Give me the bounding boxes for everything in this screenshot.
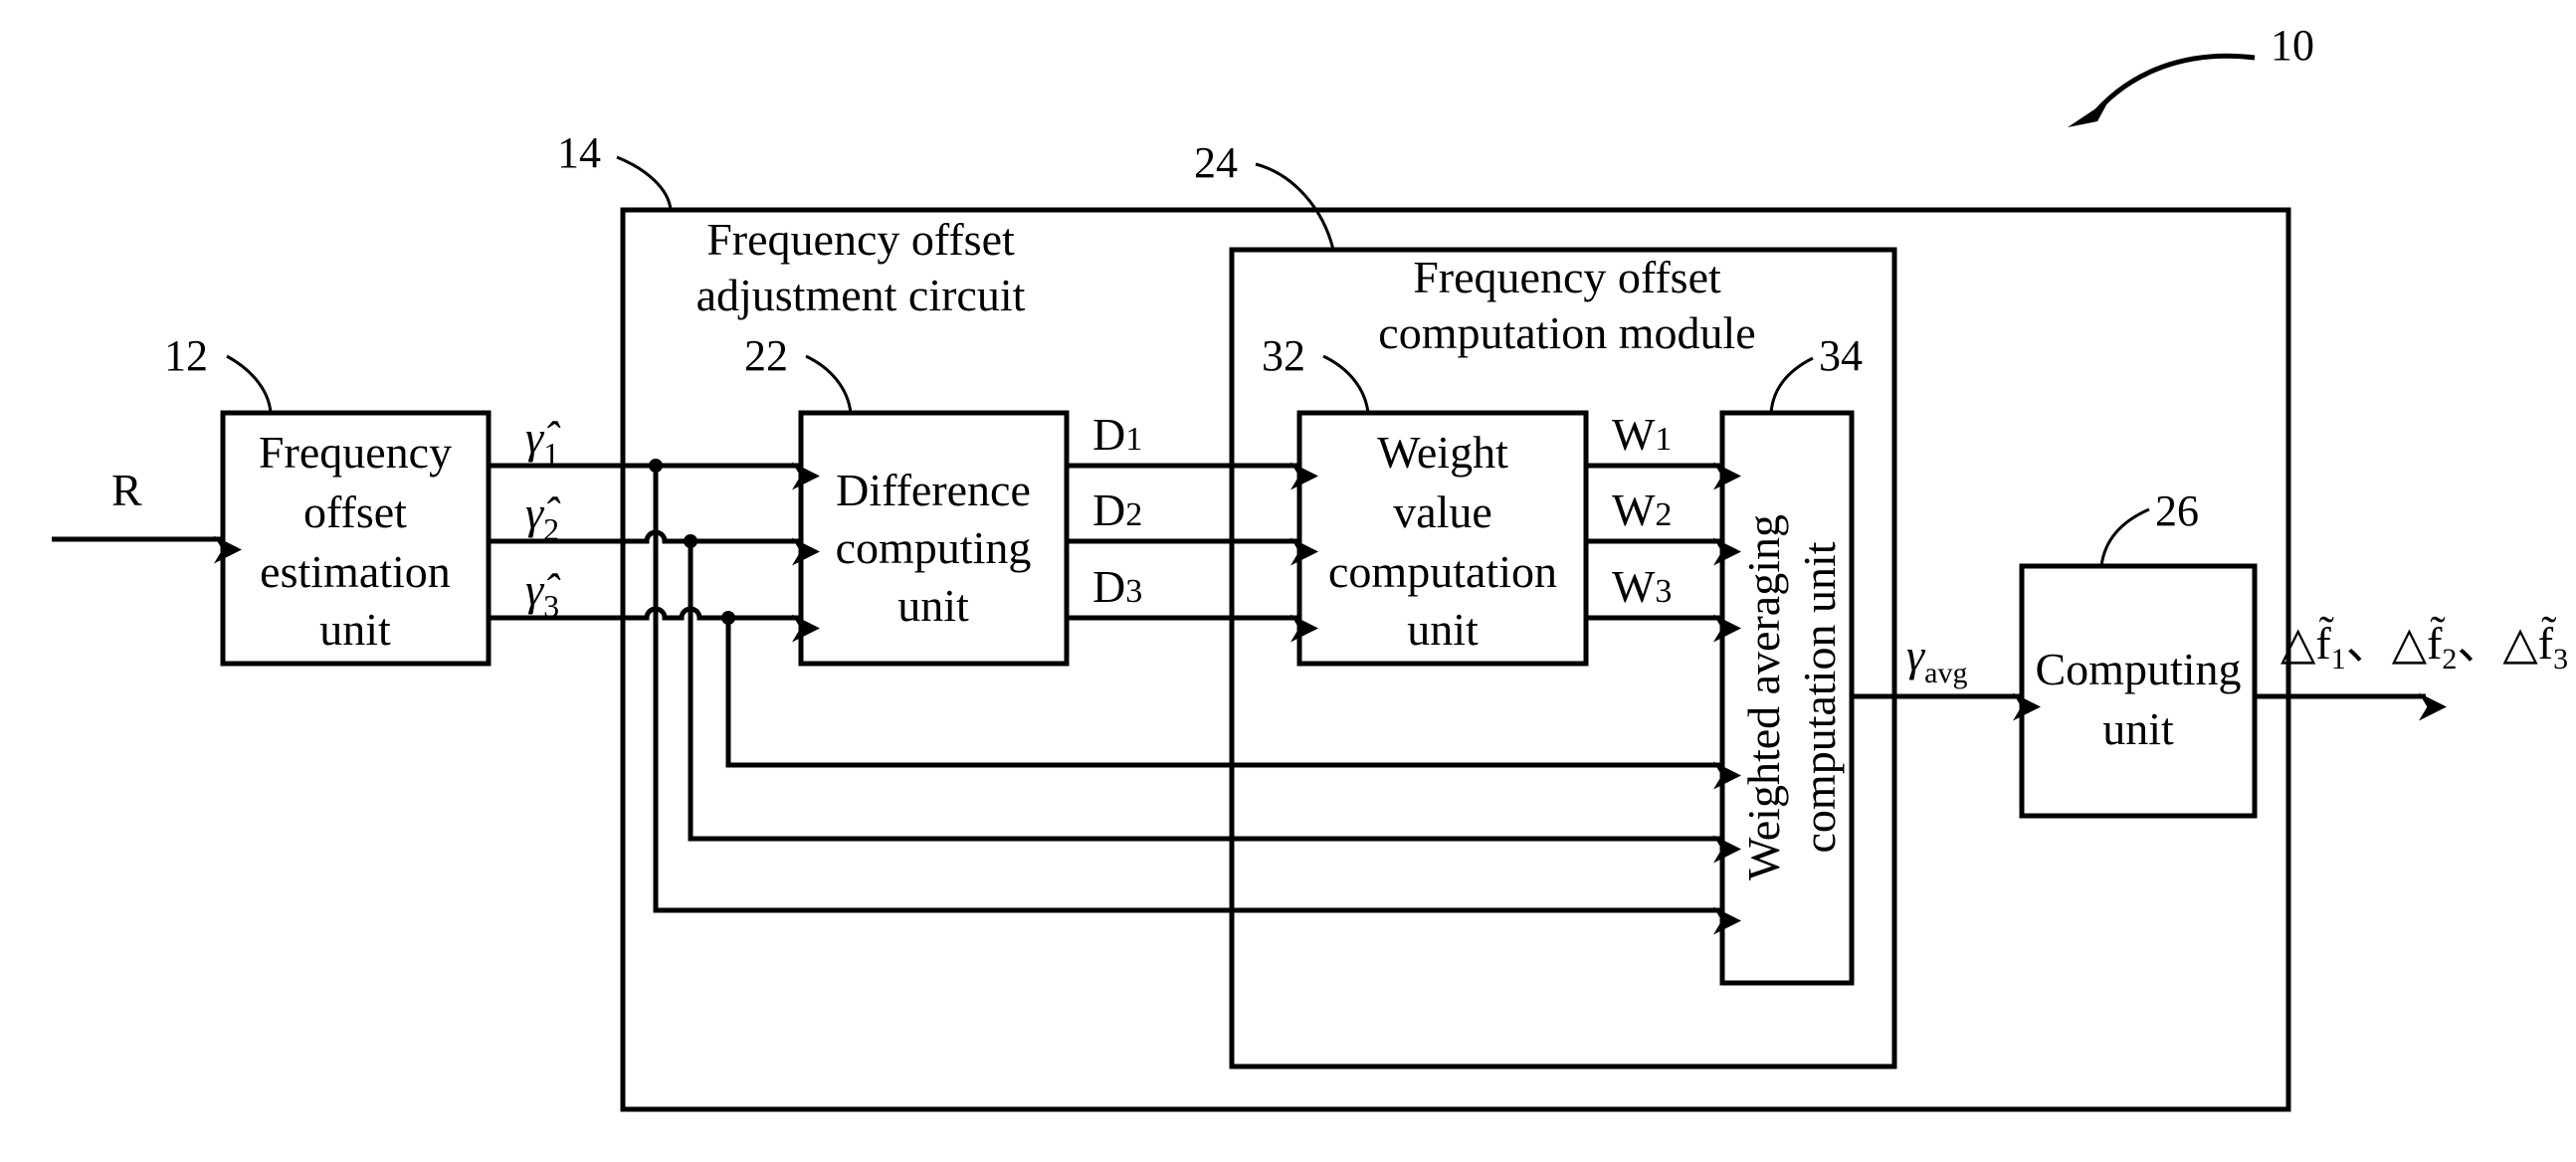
weighted-label-line-2: computation unit xyxy=(1794,541,1845,853)
weight-label-line-1: Weight xyxy=(1377,427,1508,478)
difference-label-line-2: computing xyxy=(836,522,1032,573)
ref-12: 12 xyxy=(164,331,208,380)
label-w3: W3 xyxy=(1612,561,1672,612)
frequency-offset-estimation-unit: 12 Frequency offset estimation unit xyxy=(164,331,492,667)
estimation-label-line-2: offset xyxy=(303,486,407,537)
ref-26: 26 xyxy=(2155,486,2199,535)
feedback-line-r2 xyxy=(688,541,1741,864)
difference-label-line-3: unit xyxy=(897,580,969,631)
figure-number: 10 xyxy=(2271,21,2314,70)
weighted-label-line-1: Weighted averaging xyxy=(1738,514,1789,880)
weight-label-line-3: computation xyxy=(1328,546,1557,597)
figure-reference: 10 xyxy=(2068,21,2314,127)
feedback-line-r1 xyxy=(653,466,1741,935)
weight-value-computation-unit: 32 Weight value computation unit xyxy=(1262,331,1589,667)
adjustment-label-line-2: adjustment circuit xyxy=(696,270,1026,320)
computing-label-line-1: Computing xyxy=(2035,644,2241,694)
input-r-label: R xyxy=(111,465,142,515)
weight-label-line-4: unit xyxy=(1407,604,1479,655)
computing-label-line-2: unit xyxy=(2102,703,2174,754)
label-r3: γ̂3 xyxy=(525,564,561,624)
ref-32: 32 xyxy=(1262,331,1305,380)
module-label-line-2: computation module xyxy=(1378,307,1755,358)
weighted-averaging-computation-unit: 34 Weighted averaging computation unit xyxy=(1719,331,1863,986)
label-r1: γ̂1 xyxy=(525,412,561,472)
weight-label-line-2: value xyxy=(1393,486,1492,537)
module-label-line-1: Frequency offset xyxy=(1413,252,1721,302)
estimation-label-line-4: unit xyxy=(319,604,391,655)
output-label: △f̃1、△f̃2、△f̃3 xyxy=(2280,617,2568,676)
ref-34: 34 xyxy=(1819,331,1863,380)
feedback-line-r3 xyxy=(725,618,1741,790)
label-w2: W2 xyxy=(1612,484,1672,535)
block-diagram: 10 14 Frequency offset adjustment circui… xyxy=(52,21,2568,1112)
label-d2: D2 xyxy=(1092,484,1142,535)
d-signals: D1 D2 D3 xyxy=(1067,409,1318,643)
label-d1: D1 xyxy=(1092,409,1142,460)
w-signals: W1 W2 W3 xyxy=(1586,409,1741,643)
computing-unit: 26 Computing unit xyxy=(2019,486,2258,819)
ref-14: 14 xyxy=(557,128,601,177)
estimation-label-line-3: estimation xyxy=(260,546,451,597)
estimation-label-line-1: Frequency xyxy=(259,427,452,478)
difference-computing-unit: 22 Difference computing unit xyxy=(744,331,1070,667)
adjustment-label-line-1: Frequency offset xyxy=(706,214,1015,265)
ref-22: 22 xyxy=(744,331,788,380)
label-d3: D3 xyxy=(1092,561,1142,612)
ref-24: 24 xyxy=(1194,138,1238,187)
label-r2: γ̂2 xyxy=(525,487,561,547)
label-w1: W1 xyxy=(1612,409,1672,460)
difference-label-line-1: Difference xyxy=(836,465,1031,515)
label-ravg: γavg xyxy=(1906,630,1967,689)
